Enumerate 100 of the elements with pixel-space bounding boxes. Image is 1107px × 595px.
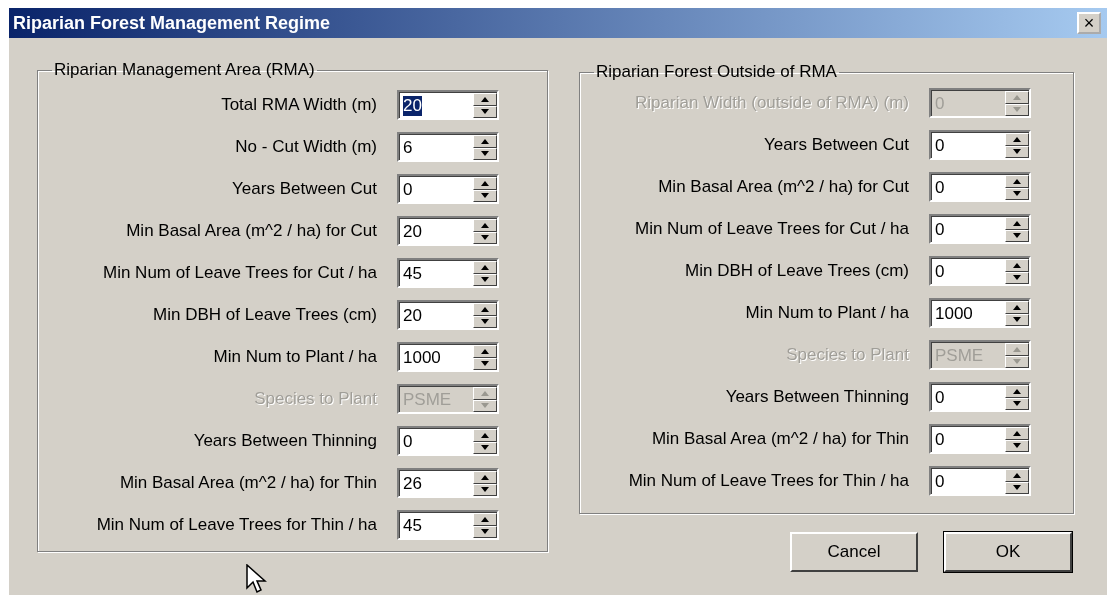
up-arrow-icon [1013, 136, 1021, 142]
down-arrow-icon [481, 403, 489, 409]
spin-up-button[interactable] [1005, 259, 1029, 272]
spin-up-button[interactable] [473, 513, 497, 526]
field-value: 0 [935, 135, 945, 156]
up-arrow-icon [1013, 346, 1021, 352]
down-arrow-icon [1013, 191, 1021, 197]
close-button[interactable]: × [1077, 12, 1101, 34]
up-arrow-icon [1013, 220, 1021, 226]
up-arrow-icon [1013, 472, 1021, 478]
field-label: Min Num of Leave Trees for Cut / ha [635, 219, 909, 239]
field-value: 0 [403, 179, 413, 200]
field-value: 0 [403, 431, 413, 452]
field-value: 45 [403, 515, 422, 536]
spin-box[interactable]: 20 [397, 90, 499, 120]
spin-box[interactable]: 0 [929, 256, 1031, 286]
field-value: 20 [403, 95, 422, 116]
up-arrow-icon [481, 138, 489, 144]
spin-box[interactable]: 20 [397, 300, 499, 330]
spin-up-button[interactable] [1005, 217, 1029, 230]
down-arrow-icon [481, 235, 489, 241]
down-arrow-icon [481, 277, 489, 283]
field-label: Min Num of Leave Trees for Cut / ha [103, 263, 377, 283]
group-title: Riparian Management Area (RMA) [53, 60, 316, 80]
up-arrow-icon [481, 516, 489, 522]
spin-box[interactable]: 6 [397, 132, 499, 162]
spin-up-button[interactable] [1005, 175, 1029, 188]
dialog-button[interactable]: OK [944, 532, 1072, 572]
up-arrow-icon [481, 222, 489, 228]
spin-up-button[interactable] [473, 387, 497, 400]
up-arrow-icon [1013, 94, 1021, 100]
spin-up-button[interactable] [473, 219, 497, 232]
down-arrow-icon [1013, 275, 1021, 281]
spin-box[interactable]: 0 [397, 426, 499, 456]
field-value: 0 [935, 177, 945, 198]
down-arrow-icon [1013, 485, 1021, 491]
spin-box[interactable]: 20 [397, 216, 499, 246]
group-title: Riparian Forest Outside of RMA [595, 62, 838, 82]
field-value: 0 [935, 219, 945, 240]
spin-box[interactable]: 1000 [929, 298, 1031, 328]
spin-up-button[interactable] [1005, 343, 1029, 356]
spin-box[interactable]: 0 [929, 214, 1031, 244]
spin-up-button[interactable] [473, 345, 497, 358]
up-arrow-icon [481, 96, 489, 102]
down-arrow-icon [481, 445, 489, 451]
field-label: Total RMA Width (m) [221, 95, 377, 115]
spin-up-button[interactable] [473, 471, 497, 484]
spin-box[interactable]: 26 [397, 468, 499, 498]
spin-box[interactable]: 0 [929, 466, 1031, 496]
down-arrow-icon [481, 361, 489, 367]
field-label: Years Between Thinning [725, 387, 909, 407]
field-value: 20 [403, 221, 422, 242]
field-value: 0 [935, 471, 945, 492]
field-value: 0 [935, 387, 945, 408]
spin-up-button[interactable] [473, 93, 497, 106]
spin-box[interactable]: 1000 [397, 342, 499, 372]
down-arrow-icon [481, 109, 489, 115]
spin-box[interactable]: 45 [397, 258, 499, 288]
spin-box[interactable]: 0 [929, 172, 1031, 202]
dialog-button[interactable]: Cancel [790, 532, 918, 572]
spin-up-button[interactable] [473, 135, 497, 148]
up-arrow-icon [481, 180, 489, 186]
spin-up-button[interactable] [473, 177, 497, 190]
spin-up-button[interactable] [1005, 133, 1029, 146]
field-label: Min Num to Plant / ha [745, 303, 909, 323]
spin-box[interactable]: 0 [397, 174, 499, 204]
spin-up-button[interactable] [1005, 91, 1029, 104]
spin-up-button[interactable] [473, 303, 497, 316]
field-value: 45 [403, 263, 422, 284]
field-value: 0 [935, 429, 945, 450]
down-arrow-icon [1013, 233, 1021, 239]
spin-up-button[interactable] [1005, 385, 1029, 398]
field-label: Min Num of Leave Trees for Thin / ha [628, 471, 909, 491]
spin-up-button[interactable] [1005, 469, 1029, 482]
spin-up-button[interactable] [473, 429, 497, 442]
up-arrow-icon [481, 348, 489, 354]
field-value: 1000 [935, 303, 973, 324]
up-arrow-icon [1013, 304, 1021, 310]
spin-box[interactable]: 0 [929, 382, 1031, 412]
down-arrow-icon [481, 487, 489, 493]
field-value: 1000 [403, 347, 441, 368]
field-label: Years Between Thinning [193, 431, 377, 451]
up-arrow-icon [481, 390, 489, 396]
spin-box[interactable]: 45 [397, 510, 499, 540]
up-arrow-icon [1013, 178, 1021, 184]
field-label: Years Between Cut [764, 135, 909, 155]
down-arrow-icon [481, 193, 489, 199]
field-label: Min DBH of Leave Trees (cm) [153, 305, 377, 325]
up-arrow-icon [1013, 388, 1021, 394]
field-label: Min Num to Plant / ha [213, 347, 377, 367]
spin-box[interactable]: 0 [929, 130, 1031, 160]
field-label: Min DBH of Leave Trees (cm) [685, 261, 909, 281]
spin-box[interactable]: 0 [929, 424, 1031, 454]
field-value: 26 [403, 473, 422, 494]
spin-up-button[interactable] [1005, 427, 1029, 440]
spin-up-button[interactable] [1005, 301, 1029, 314]
spin-up-button[interactable] [473, 261, 497, 274]
down-arrow-icon [1013, 107, 1021, 113]
field-label: Min Basal Area (m^2 / ha) for Cut [126, 221, 377, 241]
down-arrow-icon [1013, 149, 1021, 155]
